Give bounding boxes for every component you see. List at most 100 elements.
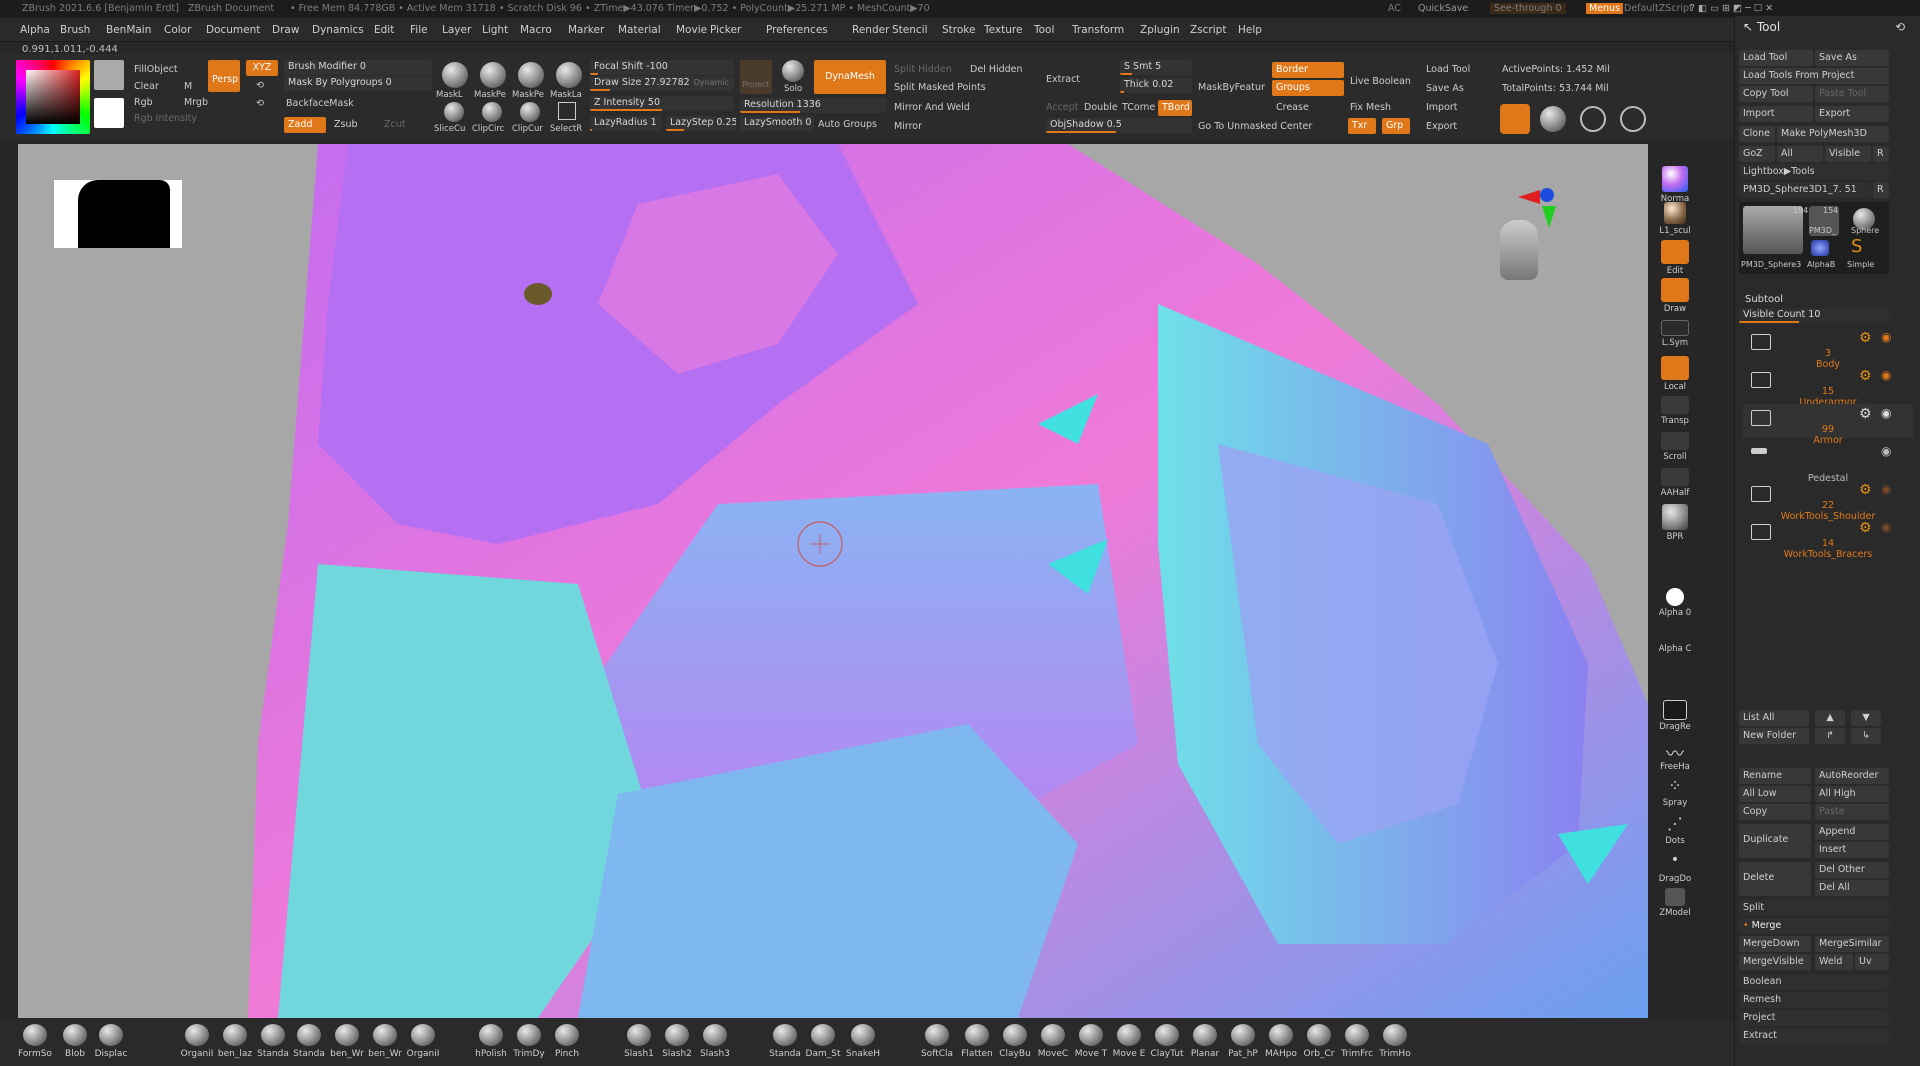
select-rect-icon[interactable] bbox=[558, 102, 576, 120]
brush-22[interactable]: MoveC bbox=[1034, 1024, 1072, 1059]
menu-color[interactable]: Color bbox=[164, 24, 191, 36]
menu-benmain[interactable]: BenMain bbox=[106, 24, 151, 36]
arrow-up-icon[interactable]: ▲ bbox=[1815, 710, 1845, 726]
lazysmooth-slider[interactable]: LazySmooth 0 bbox=[740, 116, 814, 131]
clone-button[interactable]: Clone bbox=[1739, 126, 1775, 142]
brush-3[interactable]: OrganiI bbox=[178, 1024, 216, 1059]
subtool-armor[interactable]: 99 Armor ⚙ ◉ bbox=[1743, 404, 1913, 446]
menu-dynamics[interactable]: Dynamics bbox=[312, 24, 364, 36]
menu-brush[interactable]: Brush bbox=[60, 24, 90, 36]
subtool-worktools-bracers[interactable]: 14 WorkTools_Bracers ⚙ ◉ bbox=[1743, 518, 1913, 560]
extract-button[interactable]: Extract bbox=[1046, 74, 1080, 85]
autoreorder-button[interactable]: AutoReorder bbox=[1815, 768, 1889, 784]
boolean-section[interactable]: Boolean bbox=[1739, 974, 1889, 990]
menu-zscript[interactable]: Zscript bbox=[1190, 24, 1226, 36]
tool-export-button[interactable]: Export bbox=[1815, 106, 1889, 122]
split-masked-points-button[interactable]: Split Masked Points bbox=[894, 82, 986, 93]
double-button[interactable]: Double bbox=[1084, 102, 1118, 113]
xyz-symmetry-button[interactable]: XYZ bbox=[246, 60, 278, 76]
menu-render[interactable]: Render bbox=[852, 24, 889, 36]
txr-button[interactable]: Txr bbox=[1348, 118, 1376, 134]
auto-groups-button[interactable]: Auto Groups bbox=[818, 119, 877, 130]
menu-preferences[interactable]: Preferences bbox=[766, 24, 828, 36]
material-sphere-icon[interactable]: Norma bbox=[1650, 166, 1700, 204]
menu-picker[interactable]: Picker bbox=[710, 24, 741, 36]
menu-texture[interactable]: Texture bbox=[984, 24, 1022, 36]
clear-button[interactable]: Clear bbox=[134, 81, 159, 92]
mask-lasso-icon[interactable] bbox=[442, 62, 468, 88]
brush-6[interactable]: Standa bbox=[290, 1024, 328, 1059]
brush-2[interactable]: Displac bbox=[92, 1024, 130, 1059]
goz-r-button[interactable]: R bbox=[1873, 146, 1889, 162]
brush-13[interactable]: Slash1 bbox=[620, 1024, 658, 1059]
objshadow-slider[interactable]: ObjShadow 0.5 bbox=[1046, 118, 1192, 133]
mergesimilar-button[interactable]: MergeSimilar bbox=[1815, 936, 1889, 952]
menu-light[interactable]: Light bbox=[482, 24, 508, 36]
window-controls-icon[interactable]: ? ◧ ▭ ⊞ ◩ ─ ☐ ✕ bbox=[1690, 3, 1773, 14]
rotate-icon[interactable]: ⟲ bbox=[256, 80, 264, 91]
resolution-slider[interactable]: Resolution 1336 bbox=[740, 98, 886, 113]
import-button[interactable]: Import bbox=[1426, 102, 1458, 113]
tcorner-button[interactable]: TCorne bbox=[1122, 102, 1155, 113]
remesh-section[interactable]: Remesh bbox=[1739, 992, 1889, 1008]
fillobject-button[interactable]: FillObject bbox=[134, 64, 178, 75]
navigation-gizmo[interactable] bbox=[1500, 188, 1578, 288]
new-folder-button[interactable]: New Folder bbox=[1739, 728, 1809, 744]
dynamesh-button[interactable]: DynaMesh bbox=[814, 60, 886, 94]
subtool-worktools-shoulder[interactable]: 22 WorkTools_Shoulder ⚙ ◉ bbox=[1743, 480, 1913, 522]
extract-section[interactable]: Extract bbox=[1739, 1028, 1889, 1044]
simple-brush-icon[interactable]: S bbox=[1851, 236, 1862, 257]
persp-button[interactable]: Persp bbox=[208, 60, 240, 92]
brush-27[interactable]: Pat_hP bbox=[1224, 1024, 1262, 1059]
bpr-icon[interactable]: BPR bbox=[1650, 504, 1700, 542]
brush-17[interactable]: Dam_St bbox=[804, 1024, 842, 1059]
alpha-icon[interactable]: Alpha 0 bbox=[1650, 588, 1700, 618]
save-as-button[interactable]: Save As bbox=[1815, 50, 1889, 66]
menu-draw[interactable]: Draw bbox=[272, 24, 299, 36]
live-boolean-button[interactable]: Live Boolean bbox=[1350, 76, 1411, 87]
brush-1[interactable]: Blob bbox=[56, 1024, 94, 1059]
del-hidden-button[interactable]: Del Hidden bbox=[970, 64, 1023, 75]
clip-circle-icon[interactable] bbox=[482, 102, 502, 122]
dragrect-icon[interactable]: DragRe bbox=[1650, 700, 1700, 732]
mask-by-polygroups-slider[interactable]: Mask By Polygroups 0 bbox=[284, 76, 432, 91]
solo-mode-icon[interactable] bbox=[1540, 106, 1566, 132]
tool-import-button[interactable]: Import bbox=[1739, 106, 1813, 122]
mrgb-button[interactable]: Mrgb bbox=[184, 97, 208, 108]
duplicate-button[interactable]: Duplicate bbox=[1739, 824, 1811, 858]
brush-23[interactable]: Move T bbox=[1072, 1024, 1110, 1059]
current-tool-slider[interactable]: PM3D_Sphere3D1_7. 51 bbox=[1739, 182, 1871, 198]
zcut-button[interactable]: Zcut bbox=[384, 119, 405, 130]
merge-section[interactable]: • Merge bbox=[1739, 918, 1889, 934]
main-color[interactable] bbox=[94, 98, 124, 128]
load-tool-button[interactable]: Load Tool bbox=[1426, 64, 1470, 75]
menu-help[interactable]: Help bbox=[1238, 24, 1262, 36]
brush-14[interactable]: Slash2 bbox=[658, 1024, 696, 1059]
brush-7[interactable]: ben_Wr bbox=[328, 1024, 366, 1059]
goz-all-button[interactable]: All bbox=[1777, 146, 1823, 162]
brush-29[interactable]: Orb_Cr bbox=[1300, 1024, 1338, 1059]
insert-button[interactable]: Insert bbox=[1815, 842, 1889, 858]
save-as-button[interactable]: Save As bbox=[1426, 83, 1464, 94]
m-button[interactable]: M bbox=[184, 81, 192, 92]
visible-count-slider[interactable]: Visible Count 10 bbox=[1739, 308, 1889, 323]
eye-icon[interactable]: ◉ bbox=[1881, 368, 1891, 382]
defaultscript-button[interactable]: DefaultZScript bbox=[1624, 3, 1693, 14]
menu-transform[interactable]: Transform bbox=[1072, 24, 1124, 36]
solo-icon[interactable] bbox=[782, 60, 804, 82]
aahalf-icon[interactable]: AAHalf bbox=[1650, 468, 1700, 498]
local-icon[interactable]: Local bbox=[1650, 356, 1700, 392]
brush-16[interactable]: Standa bbox=[766, 1024, 804, 1059]
rgb-button[interactable]: Rgb bbox=[134, 97, 153, 108]
menu-layer[interactable]: Layer bbox=[442, 24, 471, 36]
menu-marker[interactable]: Marker bbox=[568, 24, 604, 36]
project-button[interactable]: Project bbox=[740, 60, 772, 94]
project-section[interactable]: Project bbox=[1739, 1010, 1889, 1026]
brush-9[interactable]: OrganiI bbox=[404, 1024, 442, 1059]
brush-5[interactable]: Standa bbox=[254, 1024, 292, 1059]
all-low-button[interactable]: All Low bbox=[1739, 786, 1811, 802]
mask-pen-icon[interactable] bbox=[480, 62, 506, 88]
matcap-sphere-icon[interactable]: L1_scul bbox=[1650, 202, 1700, 236]
thick-slider[interactable]: Thick 0.02 bbox=[1120, 78, 1192, 93]
fix-mesh-button[interactable]: Fix Mesh bbox=[1350, 102, 1391, 113]
